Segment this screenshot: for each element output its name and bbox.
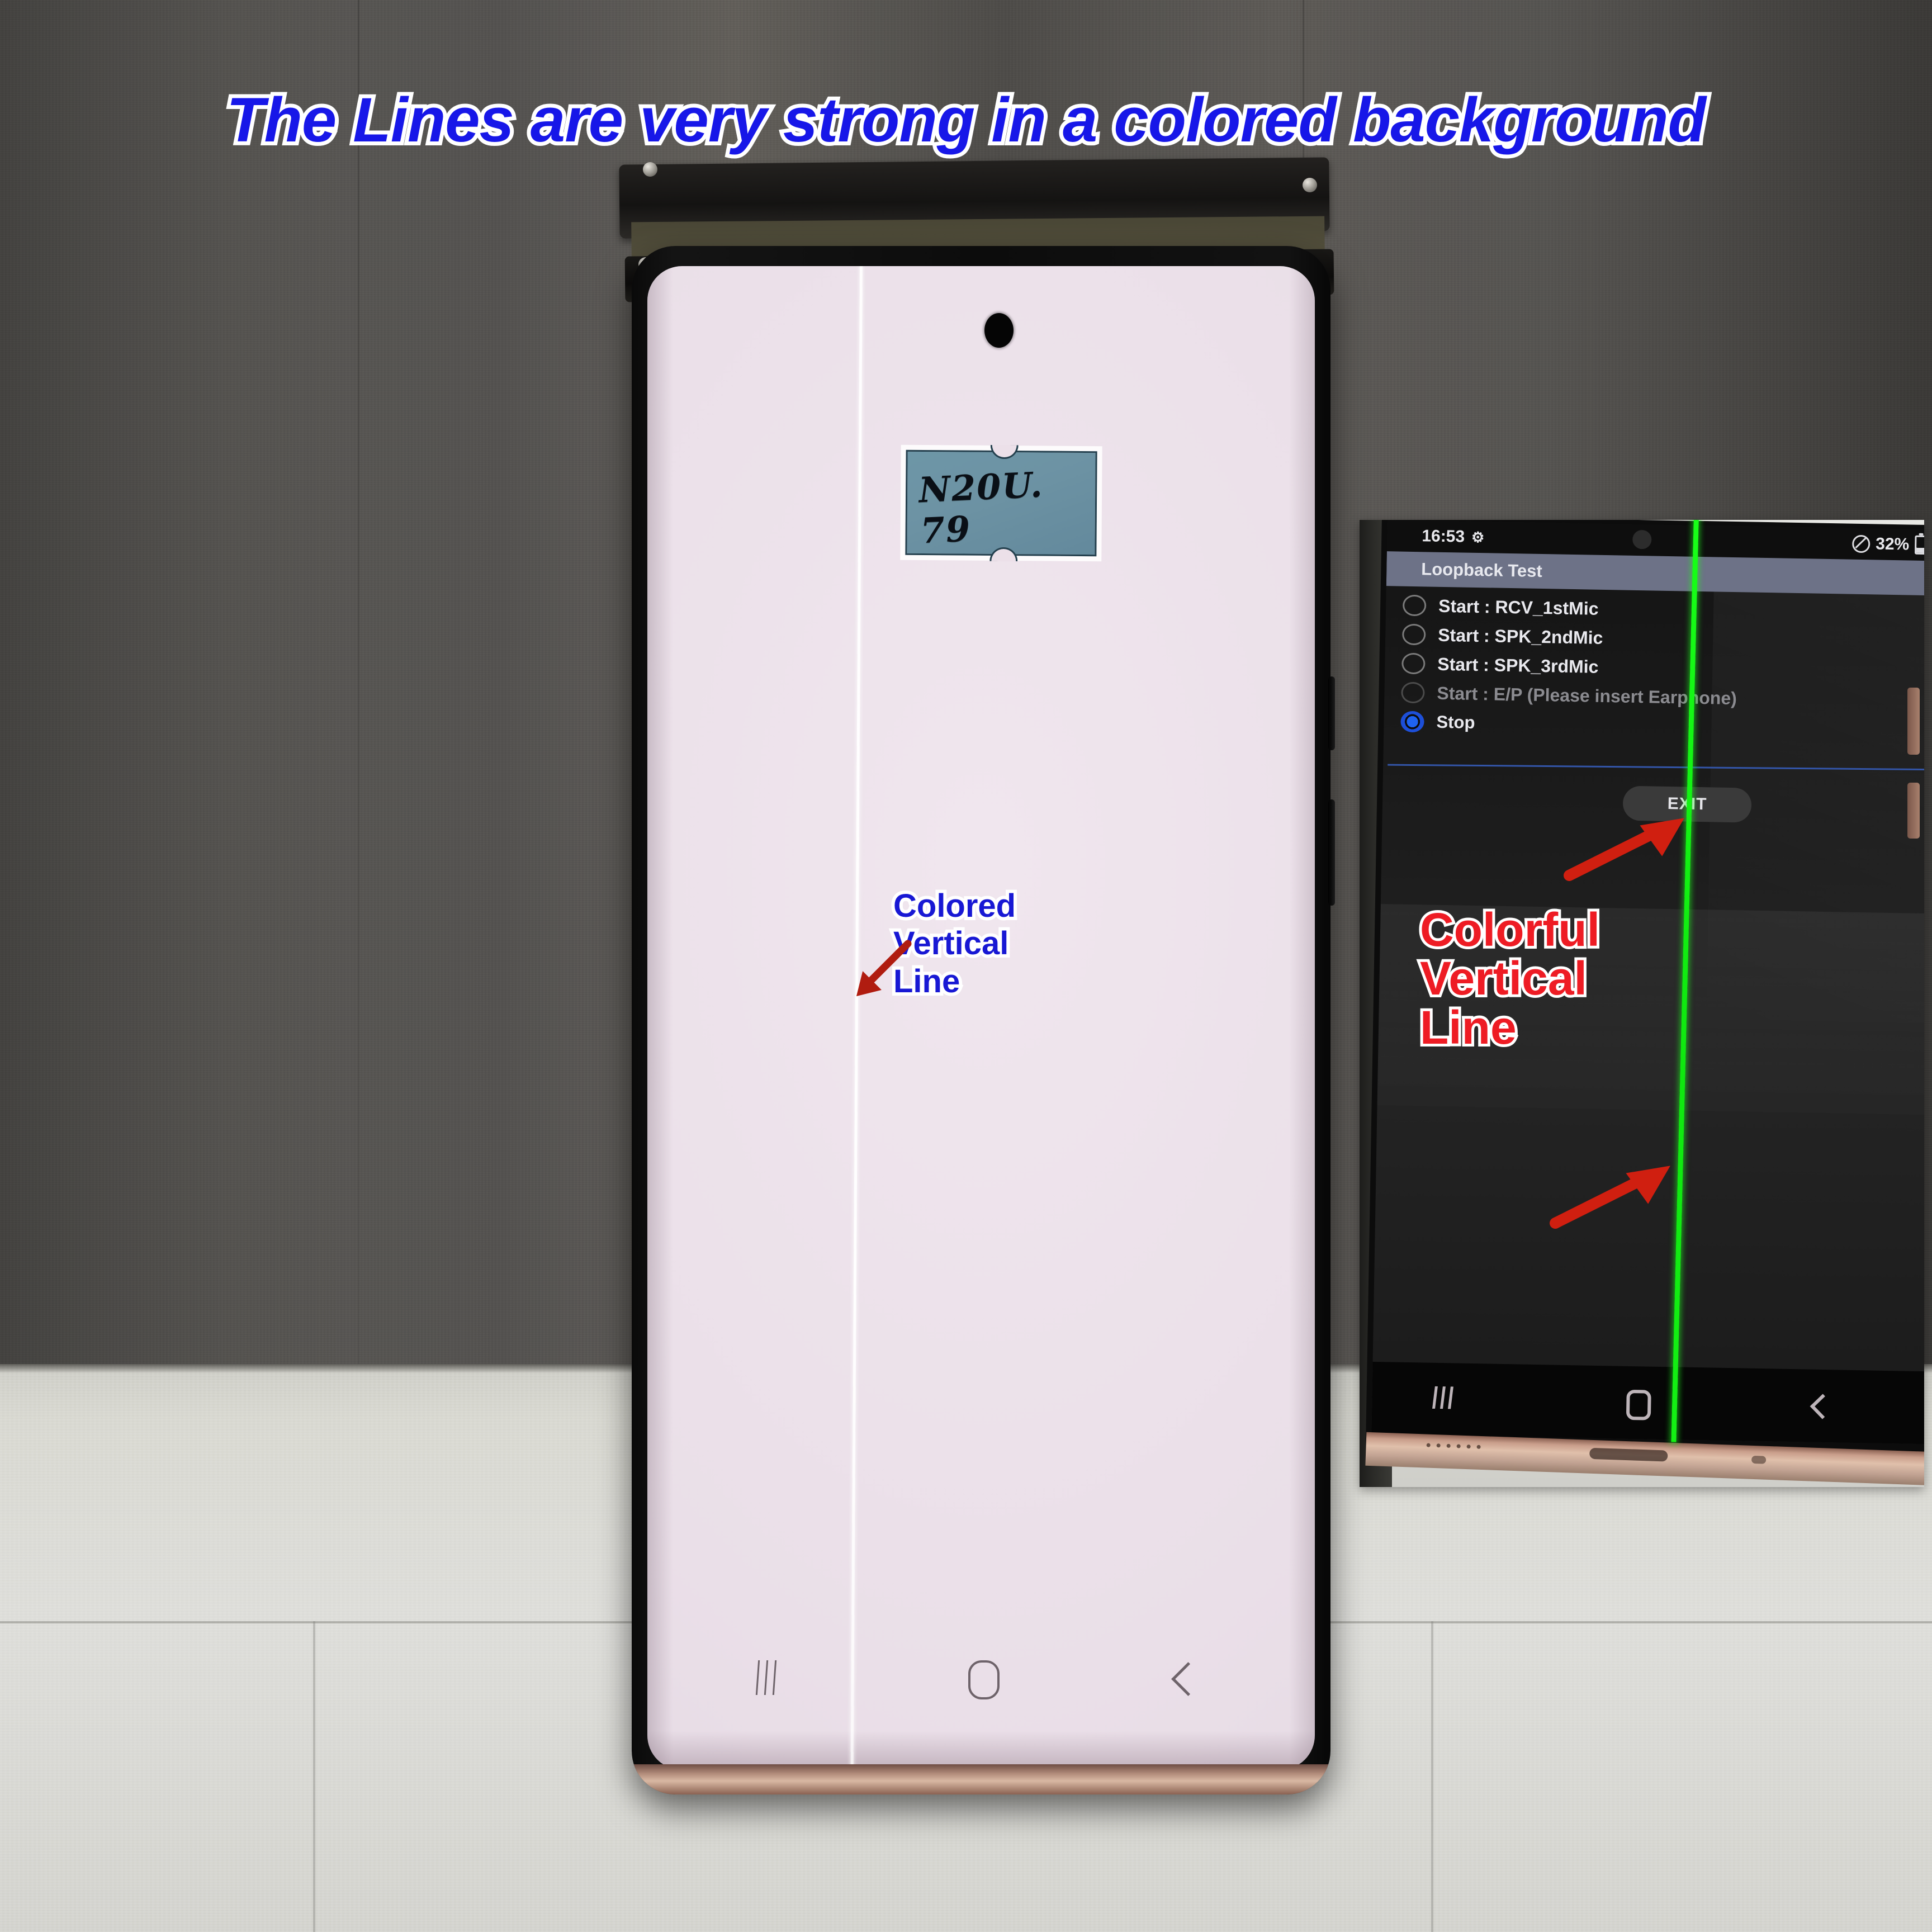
front-camera-punch-hole	[984, 313, 1014, 348]
home-icon[interactable]	[1626, 1389, 1651, 1420]
inset-defect-annotation: Colorful Vertical Line	[1417, 902, 1603, 1055]
fixture-screw-2	[1303, 178, 1317, 192]
inset-front-camera-punch-hole	[1632, 529, 1652, 550]
wall-seam-left	[358, 0, 359, 1381]
status-bar-time: 16:53	[1422, 527, 1465, 546]
screen-curve-left	[647, 266, 673, 1770]
main-phone-navbar	[647, 1645, 1315, 1734]
sticky-note-label: N20U. 79	[905, 449, 1097, 557]
floor-grout-vertical-1	[313, 1621, 315, 1932]
loopback-option-list: Start : RCV_1stMic Start : SPK_2ndMic St…	[1384, 590, 1924, 746]
recent-apps-icon[interactable]	[1432, 1386, 1457, 1412]
radio-button-icon[interactable]	[1401, 652, 1426, 675]
radio-button-icon[interactable]	[1402, 594, 1427, 617]
status-bar-right: 32%	[1852, 534, 1924, 555]
gear-icon: ⚙	[1471, 528, 1485, 546]
volume-button[interactable]	[1328, 676, 1335, 750]
main-phone-screen: N20U. 79	[647, 266, 1315, 1770]
floor-grout-vertical-2	[1431, 1621, 1433, 1932]
main-phone-bottom-frame	[632, 1764, 1330, 1794]
radio-label: Stop	[1436, 712, 1475, 732]
radio-button-icon	[1401, 681, 1425, 704]
inset-anno-line-1: Colorful	[1417, 902, 1603, 957]
device-under-test: N20U. 79	[632, 246, 1330, 1794]
mute-icon	[1852, 534, 1871, 553]
inset-volume-button[interactable]	[1907, 688, 1920, 755]
usb-c-port	[1589, 1447, 1668, 1462]
battery-percent-label: 32%	[1875, 534, 1910, 554]
status-bar-left: 16:53 ⚙	[1422, 527, 1485, 547]
speaker-grille-icon	[1426, 1443, 1481, 1449]
main-defect-arrow-icon	[856, 940, 912, 997]
sticky-note-text: N20U. 79	[917, 464, 1044, 552]
inset-power-button[interactable]	[1907, 783, 1920, 839]
radio-label: Start : RCV_1stMic	[1438, 595, 1599, 619]
wall-shadow-left	[0, 0, 347, 1381]
page-title: The Lines are very strong in a colored b…	[222, 81, 1710, 159]
inset-defect-arrow-bottom-icon	[1550, 1166, 1670, 1229]
radio-label: Start : SPK_2ndMic	[1437, 624, 1603, 648]
main-anno-line-1: Colored	[890, 885, 1019, 926]
inset-defect-arrow-top-icon	[1564, 818, 1684, 881]
power-button[interactable]	[1328, 799, 1335, 906]
inset-photo-panel: 16:53 ⚙ 32% Loopback Test Start: RCV_1s…	[1360, 520, 1924, 1487]
radio-label: Start : SPK_3rdMic	[1437, 654, 1599, 677]
colored-vertical-defect-line	[850, 266, 863, 1770]
inset-anno-line-3: Line	[1417, 1000, 1519, 1055]
home-icon[interactable]	[968, 1660, 1000, 1699]
fixture-screw-1	[643, 162, 657, 177]
inset-phone-navbar	[1371, 1361, 1924, 1445]
microphone-hole	[1751, 1455, 1767, 1464]
app-title: Loopback Test	[1421, 559, 1543, 581]
battery-icon	[1914, 535, 1924, 555]
back-icon[interactable]	[1810, 1394, 1835, 1419]
back-icon[interactable]	[1171, 1662, 1205, 1696]
recent-apps-icon[interactable]	[755, 1660, 782, 1698]
radio-button-icon-selected[interactable]	[1400, 711, 1424, 733]
screenshot-root: The Lines are very strong in a colored b…	[0, 0, 1932, 1932]
screen-curve-right	[1289, 266, 1315, 1770]
inset-anno-line-2: Vertical	[1417, 951, 1590, 1006]
radio-button-icon[interactable]	[1401, 623, 1426, 646]
